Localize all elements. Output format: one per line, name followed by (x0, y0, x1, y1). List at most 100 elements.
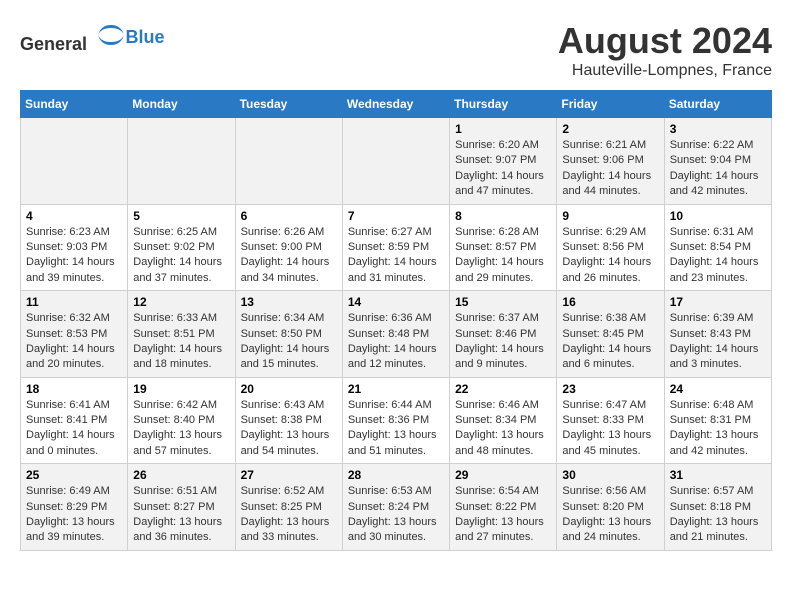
day-number: 12 (133, 295, 229, 309)
day-sun-info: Sunrise: 6:41 AM Sunset: 8:41 PM Dayligh… (26, 398, 122, 460)
calendar-day-cell: 9 Sunrise: 6:29 AM Sunset: 8:56 PM Daylig… (557, 204, 664, 291)
day-sun-info: Sunrise: 6:37 AM Sunset: 8:46 PM Dayligh… (455, 311, 551, 373)
day-sun-info: Sunrise: 6:53 AM Sunset: 8:24 PM Dayligh… (348, 484, 444, 546)
calendar-day-cell: 27 Sunrise: 6:52 AM Sunset: 8:25 PM Dayli… (235, 464, 342, 551)
day-sun-info: Sunrise: 6:57 AM Sunset: 8:18 PM Dayligh… (670, 484, 766, 546)
day-sun-info: Sunrise: 6:42 AM Sunset: 8:40 PM Dayligh… (133, 398, 229, 460)
calendar-table: SundayMondayTuesdayWednesdayThursdayFrid… (20, 90, 772, 551)
day-sun-info: Sunrise: 6:34 AM Sunset: 8:50 PM Dayligh… (241, 311, 337, 373)
day-sun-info: Sunrise: 6:22 AM Sunset: 9:04 PM Dayligh… (670, 138, 766, 200)
calendar-day-cell: 8Sunrise: 6:28 AM Sunset: 8:57 PM Daylig… (450, 204, 557, 291)
calendar-day-cell: 22 Sunrise: 6:46 AM Sunset: 8:34 PM Dayli… (450, 377, 557, 464)
calendar-day-cell: 25Sunrise: 6:49 AM Sunset: 8:29 PM Dayli… (21, 464, 128, 551)
calendar-week-row: 1 Sunrise: 6:20 AM Sunset: 9:07 PM Daylig… (21, 118, 772, 205)
day-number: 30 (562, 468, 658, 482)
day-number: 31 (670, 468, 766, 482)
day-sun-info: Sunrise: 6:25 AM Sunset: 9:02 PM Dayligh… (133, 225, 229, 287)
day-of-week-header: Monday (128, 91, 235, 118)
day-sun-info: Sunrise: 6:52 AM Sunset: 8:25 PM Dayligh… (241, 484, 337, 546)
calendar-day-cell: 16Sunrise: 6:38 AM Sunset: 8:45 PM Dayli… (557, 291, 664, 378)
day-sun-info: Sunrise: 6:33 AM Sunset: 8:51 PM Dayligh… (133, 311, 229, 373)
day-sun-info: Sunrise: 6:21 AM Sunset: 9:06 PM Dayligh… (562, 138, 658, 200)
day-number: 10 (670, 209, 766, 223)
day-number: 28 (348, 468, 444, 482)
day-number: 3 (670, 122, 766, 136)
calendar-day-cell: 5Sunrise: 6:25 AM Sunset: 9:02 PM Daylig… (128, 204, 235, 291)
calendar-day-cell: 26Sunrise: 6:51 AM Sunset: 8:27 PM Dayli… (128, 464, 235, 551)
calendar-day-cell: 18 Sunrise: 6:41 AM Sunset: 8:41 PM Dayli… (21, 377, 128, 464)
day-number: 14 (348, 295, 444, 309)
day-number: 24 (670, 382, 766, 396)
calendar-day-cell: 30 Sunrise: 6:56 AM Sunset: 8:20 PM Dayli… (557, 464, 664, 551)
day-of-week-header: Friday (557, 91, 664, 118)
day-number: 29 (455, 468, 551, 482)
day-sun-info: Sunrise: 6:27 AM Sunset: 8:59 PM Dayligh… (348, 225, 444, 287)
day-number: 4 (26, 209, 122, 223)
title-area: August 2024 Hauteville-Lompnes, France (558, 20, 772, 80)
calendar-day-cell: 11Sunrise: 6:32 AM Sunset: 8:53 PM Dayli… (21, 291, 128, 378)
day-number: 9 (562, 209, 658, 223)
day-sun-info: Sunrise: 6:26 AM Sunset: 9:00 PM Dayligh… (241, 225, 337, 287)
day-sun-info: Sunrise: 6:46 AM Sunset: 8:34 PM Dayligh… (455, 398, 551, 460)
calendar-day-cell: 1 Sunrise: 6:20 AM Sunset: 9:07 PM Daylig… (450, 118, 557, 205)
day-number: 18 (26, 382, 122, 396)
day-of-week-header: Saturday (664, 91, 771, 118)
calendar-day-cell: 10 Sunrise: 6:31 AM Sunset: 8:54 PM Dayli… (664, 204, 771, 291)
day-number: 22 (455, 382, 551, 396)
location-title: Hauteville-Lompnes, France (558, 62, 772, 80)
calendar-day-cell: 20 Sunrise: 6:43 AM Sunset: 8:38 PM Dayli… (235, 377, 342, 464)
day-number: 11 (26, 295, 122, 309)
calendar-day-cell: 14 Sunrise: 6:36 AM Sunset: 8:48 PM Dayli… (342, 291, 449, 378)
calendar-day-cell: 29 Sunrise: 6:54 AM Sunset: 8:22 PM Dayli… (450, 464, 557, 551)
calendar-day-cell: 6 Sunrise: 6:26 AM Sunset: 9:00 PM Daylig… (235, 204, 342, 291)
calendar-header-row: SundayMondayTuesdayWednesdayThursdayFrid… (21, 91, 772, 118)
day-sun-info: Sunrise: 6:38 AM Sunset: 8:45 PM Dayligh… (562, 311, 658, 373)
day-sun-info: Sunrise: 6:44 AM Sunset: 8:36 PM Dayligh… (348, 398, 444, 460)
day-sun-info: Sunrise: 6:29 AM Sunset: 8:56 PM Dayligh… (562, 225, 658, 287)
day-sun-info: Sunrise: 6:48 AM Sunset: 8:31 PM Dayligh… (670, 398, 766, 460)
day-sun-info: Sunrise: 6:39 AM Sunset: 8:43 PM Dayligh… (670, 311, 766, 373)
calendar-day-cell: 31 Sunrise: 6:57 AM Sunset: 8:18 PM Dayli… (664, 464, 771, 551)
day-sun-info: Sunrise: 6:43 AM Sunset: 8:38 PM Dayligh… (241, 398, 337, 460)
day-number: 2 (562, 122, 658, 136)
logo: General Blue (20, 20, 165, 55)
day-sun-info: Sunrise: 6:51 AM Sunset: 8:27 PM Dayligh… (133, 484, 229, 546)
day-sun-info: Sunrise: 6:54 AM Sunset: 8:22 PM Dayligh… (455, 484, 551, 546)
day-number: 1 (455, 122, 551, 136)
day-sun-info: Sunrise: 6:23 AM Sunset: 9:03 PM Dayligh… (26, 225, 122, 287)
day-sun-info: Sunrise: 6:56 AM Sunset: 8:20 PM Dayligh… (562, 484, 658, 546)
day-sun-info: Sunrise: 6:36 AM Sunset: 8:48 PM Dayligh… (348, 311, 444, 373)
calendar-day-cell: 17 Sunrise: 6:39 AM Sunset: 8:43 PM Dayli… (664, 291, 771, 378)
calendar-day-cell: 3 Sunrise: 6:22 AM Sunset: 9:04 PM Daylig… (664, 118, 771, 205)
day-number: 20 (241, 382, 337, 396)
day-number: 6 (241, 209, 337, 223)
calendar-day-cell: 7Sunrise: 6:27 AM Sunset: 8:59 PM Daylig… (342, 204, 449, 291)
calendar-week-row: 4 Sunrise: 6:23 AM Sunset: 9:03 PM Daylig… (21, 204, 772, 291)
calendar-day-cell (342, 118, 449, 205)
calendar-week-row: 25Sunrise: 6:49 AM Sunset: 8:29 PM Dayli… (21, 464, 772, 551)
calendar-week-row: 11Sunrise: 6:32 AM Sunset: 8:53 PM Dayli… (21, 291, 772, 378)
day-number: 8 (455, 209, 551, 223)
calendar-day-cell: 2 Sunrise: 6:21 AM Sunset: 9:06 PM Daylig… (557, 118, 664, 205)
day-sun-info: Sunrise: 6:20 AM Sunset: 9:07 PM Dayligh… (455, 138, 551, 200)
day-sun-info: Sunrise: 6:31 AM Sunset: 8:54 PM Dayligh… (670, 225, 766, 287)
day-number: 17 (670, 295, 766, 309)
day-sun-info: Sunrise: 6:47 AM Sunset: 8:33 PM Dayligh… (562, 398, 658, 460)
calendar-day-cell: 19 Sunrise: 6:42 AM Sunset: 8:40 PM Dayli… (128, 377, 235, 464)
day-number: 21 (348, 382, 444, 396)
day-of-week-header: Tuesday (235, 91, 342, 118)
calendar-day-cell: 12 Sunrise: 6:33 AM Sunset: 8:51 PM Dayli… (128, 291, 235, 378)
month-year-title: August 2024 (558, 20, 772, 62)
calendar-day-cell (235, 118, 342, 205)
calendar-day-cell (128, 118, 235, 205)
day-sun-info: Sunrise: 6:49 AM Sunset: 8:29 PM Dayligh… (26, 484, 122, 546)
calendar-day-cell: 21 Sunrise: 6:44 AM Sunset: 8:36 PM Dayli… (342, 377, 449, 464)
day-number: 19 (133, 382, 229, 396)
calendar-day-cell: 28 Sunrise: 6:53 AM Sunset: 8:24 PM Dayli… (342, 464, 449, 551)
calendar-day-cell: 23Sunrise: 6:47 AM Sunset: 8:33 PM Dayli… (557, 377, 664, 464)
day-number: 13 (241, 295, 337, 309)
day-of-week-header: Sunday (21, 91, 128, 118)
calendar-day-cell: 15 Sunrise: 6:37 AM Sunset: 8:46 PM Dayli… (450, 291, 557, 378)
day-number: 15 (455, 295, 551, 309)
day-number: 27 (241, 468, 337, 482)
